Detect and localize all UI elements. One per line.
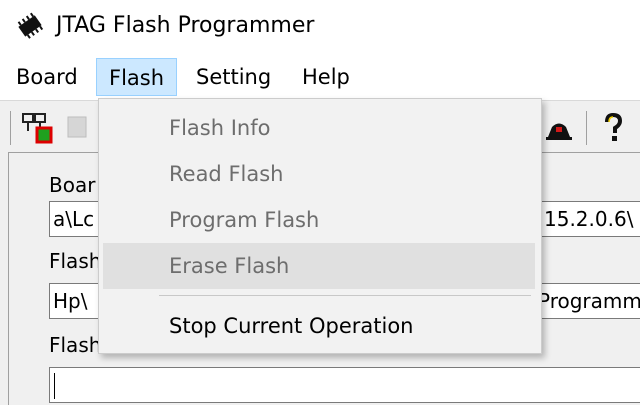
flash-label: Flash [49,249,102,273]
board-field-value-tail: 15.2.0.6\ [544,207,634,231]
menu-item-program-flash[interactable]: Program Flash [103,197,535,243]
title-bar: JTAG Flash Programmer [0,0,640,54]
window-title: JTAG Flash Programmer [56,13,315,38]
flash-dropdown-menu: Flash Info Read Flash Program Flash Eras… [98,98,542,354]
flash-field-value-tail: Programme [538,289,640,313]
connect-board-icon[interactable] [20,111,54,145]
flash-field-value: Hp\ [53,289,88,313]
menu-item-read-flash[interactable]: Read Flash [103,151,535,197]
toolbar-separator [586,111,587,145]
menu-item-erase-flash[interactable]: Erase Flash [103,243,535,289]
board-label: Boar [49,173,96,197]
menu-help[interactable]: Help [290,58,362,96]
board-field-value: a\Lc [53,207,95,231]
menu-bar: Board Flash Setting Help [0,54,640,100]
stop-icon[interactable] [542,111,576,145]
chip-icon [17,12,44,39]
flash-chip-icon[interactable] [62,111,96,145]
menu-separator [159,295,531,296]
flash-image-field[interactable] [49,367,640,403]
toolbar-separator [10,111,11,145]
help-question-icon[interactable] [596,111,630,145]
menu-item-flash-info[interactable]: Flash Info [103,105,535,151]
flash-image-label: Flash [49,333,102,357]
menu-item-stop-current-operation[interactable]: Stop Current Operation [103,303,535,349]
menu-board[interactable]: Board [4,58,90,96]
menu-setting[interactable]: Setting [184,58,283,96]
text-caret [54,373,55,399]
menu-flash[interactable]: Flash [96,58,178,96]
